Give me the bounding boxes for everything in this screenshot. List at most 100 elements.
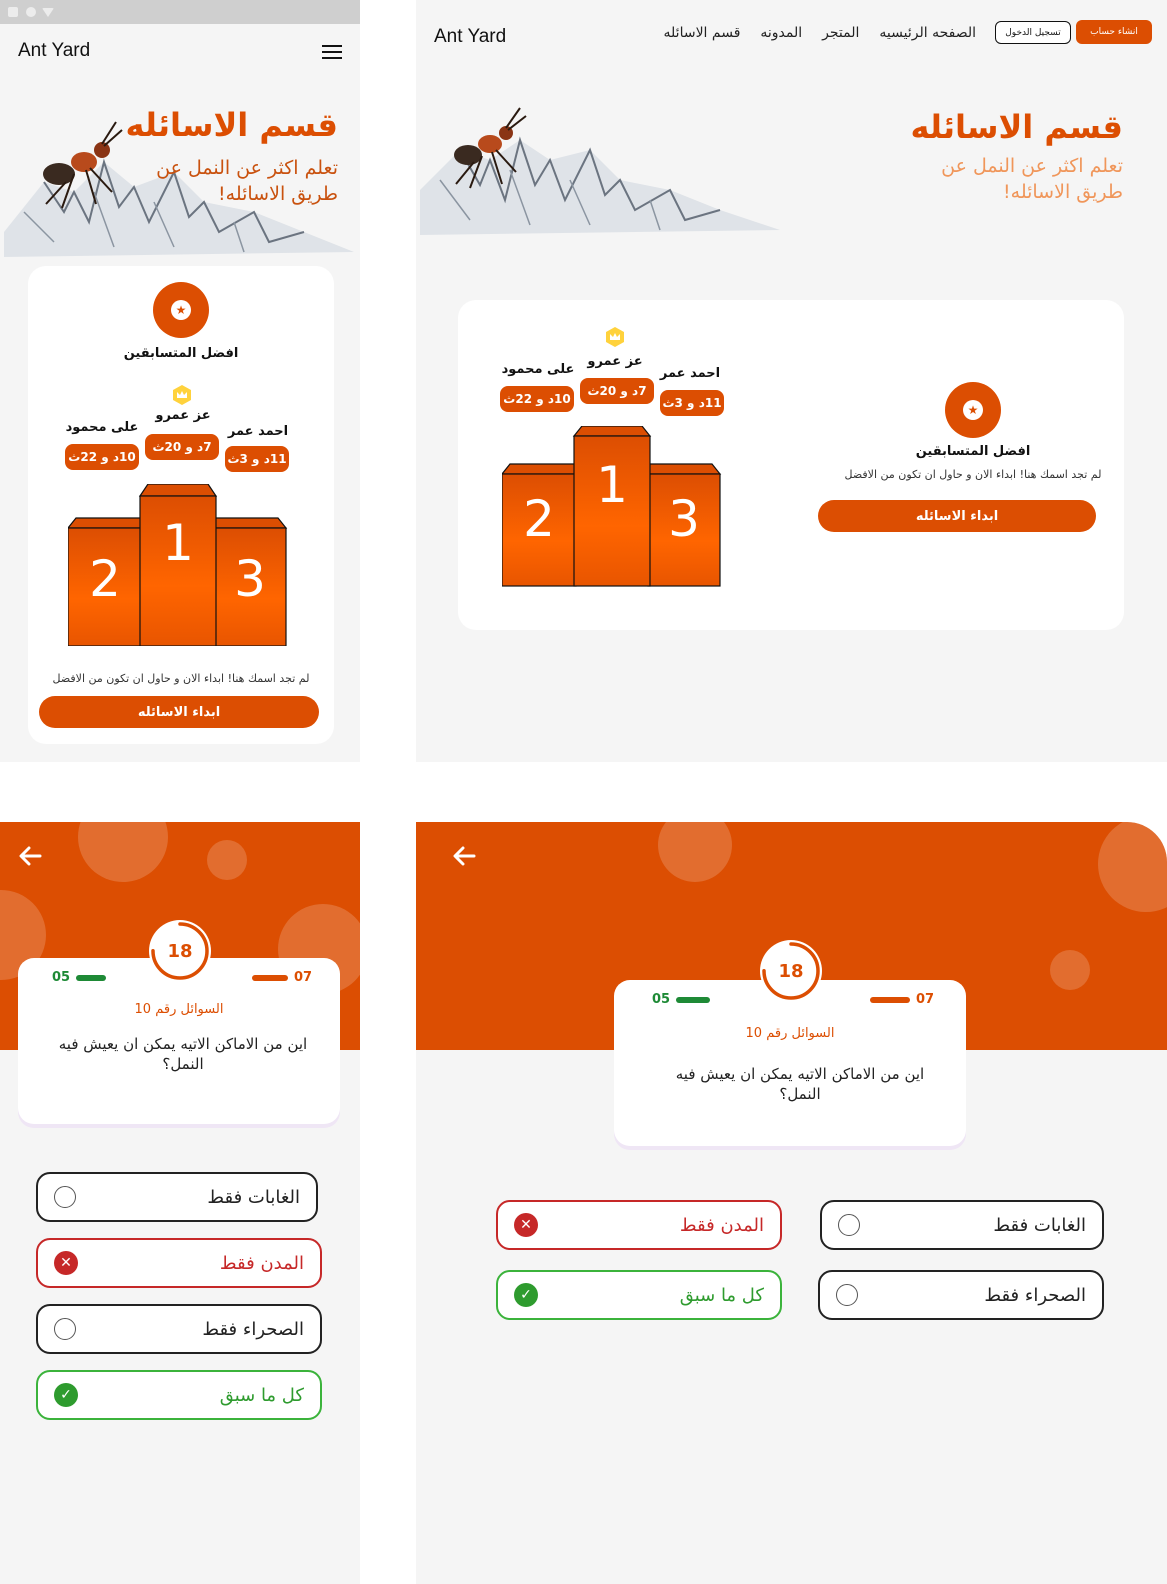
award-badge: ★ xyxy=(153,282,209,338)
nav-item-home[interactable]: الصفحه الرئيسيه xyxy=(879,25,976,41)
option-forests[interactable]: الغابات فقط xyxy=(820,1200,1104,1250)
option-all-label: كل ما سبق xyxy=(679,1284,764,1306)
radio-icon[interactable] xyxy=(54,1318,76,1340)
start-quiz-button[interactable]: ابداء الاسائله xyxy=(818,500,1096,532)
hero-subtitle-line2: طريق الاسائله! xyxy=(218,182,338,205)
option-all[interactable]: كل ما سبق ✓ xyxy=(36,1370,322,1420)
leaderboard-card: ★ افضل المتسابقين لم تجد اسمك هنا! ابداء… xyxy=(458,300,1124,630)
login-button[interactable]: تسجيل الدخول xyxy=(995,21,1071,44)
podium-rank-1: 1 xyxy=(596,456,628,514)
logo[interactable]: Ant Yard xyxy=(18,40,90,62)
hero-subtitle-line2: طريق الاسائله! xyxy=(1003,180,1123,203)
third-place-name: احمد عمر xyxy=(659,366,721,381)
wrong-bar xyxy=(252,974,288,981)
arrow-left-icon[interactable] xyxy=(18,846,42,866)
question-number: السوائل رقم 10 xyxy=(134,1002,224,1017)
radio-icon[interactable] xyxy=(54,1186,76,1208)
option-forests-label: الغابات فقط xyxy=(207,1186,300,1208)
signup-button[interactable]: انشاء حساب xyxy=(1076,20,1152,44)
mobile-leaderboard-screen: Ant Yard قسم الاسائله تعلم اكثر عن النمل… xyxy=(0,0,360,762)
hamburger-icon[interactable] xyxy=(322,44,342,60)
award-badge: ★ xyxy=(945,382,1001,438)
option-desert[interactable]: الصحراء فقط xyxy=(36,1304,322,1354)
wrong-score-value: 07 xyxy=(916,992,935,1007)
hero-subtitle-line1: تعلم اكثر عن النمل عن xyxy=(941,155,1123,177)
countdown-timer: 18 xyxy=(149,920,211,982)
nav-item-blog[interactable]: المدونه xyxy=(760,25,802,41)
correct-score-value: 05 xyxy=(652,992,671,1007)
mobile-quiz-screen: 05 07 السوائل رقم 10 اين من الاماكن الات… xyxy=(0,822,360,1584)
option-cities-label: المدن فقط xyxy=(219,1252,304,1274)
timer-value: 18 xyxy=(167,940,193,962)
timer-value: 18 xyxy=(778,960,804,982)
hero-title: قسم الاسائله xyxy=(910,108,1123,146)
radio-icon[interactable] xyxy=(836,1284,858,1306)
browser-chrome xyxy=(0,0,360,24)
star-icon: ★ xyxy=(171,300,191,320)
nav-item-quizzes[interactable]: قسم الاسائله xyxy=(664,25,741,41)
option-forests-label: الغابات فقط xyxy=(993,1214,1086,1236)
desktop-leaderboard-screen: Ant Yard الصفحه الرئيسيه المتجر المدونه … xyxy=(416,0,1167,762)
x-icon: ✕ xyxy=(54,1251,78,1275)
podium-rank-1: 1 xyxy=(162,514,194,572)
leaderboard-card: ★ افضل المتسابقين عز عمرو 7د و 20ث على م… xyxy=(28,266,334,744)
chrome-circle-icon xyxy=(26,7,36,17)
second-place-time: 10د و 22ث xyxy=(65,444,139,470)
desktop-quiz-screen: 05 07 السوائل رقم 10 اين من الاماكن الات… xyxy=(416,822,1167,1584)
star-icon: ★ xyxy=(963,400,983,420)
third-place-time: 11د و 3ث xyxy=(660,390,724,416)
question-text: اين من الاماكن الاتيه يمكن ان يعيش فيه ا… xyxy=(58,1035,308,1074)
hero-subtitle: تعلم اكثر عن النمل عن طريق الاسائله! xyxy=(156,156,338,207)
radio-icon[interactable] xyxy=(838,1214,860,1236)
podium: 2 1 3 xyxy=(502,426,722,587)
wrong-score: 07 xyxy=(870,992,934,1007)
main-nav: الصفحه الرئيسيه المتجر المدونه قسم الاسا… xyxy=(648,25,976,41)
wrong-score-value: 07 xyxy=(294,970,313,985)
check-icon: ✓ xyxy=(514,1283,538,1307)
option-cities-label: المدن فقط xyxy=(679,1214,764,1236)
crown-icon xyxy=(173,385,191,405)
leaderboard-heading: افضل المتسابقين xyxy=(123,346,239,361)
ant-mountain-illustration xyxy=(420,107,780,235)
option-desert[interactable]: الصحراء فقط xyxy=(818,1270,1104,1320)
start-quiz-button[interactable]: ابداء الاسائله xyxy=(39,696,319,728)
leaderboard-hint: لم تجد اسمك هنا! ابداء الان و حاول ان تك… xyxy=(52,672,310,685)
hero-subtitle-line1: تعلم اكثر عن النمل عن xyxy=(156,157,338,179)
option-forests[interactable]: الغابات فقط xyxy=(36,1172,318,1222)
chrome-triangle-icon xyxy=(42,8,54,17)
correct-bar xyxy=(676,996,711,1003)
option-cities[interactable]: المدن فقط ✕ xyxy=(36,1238,322,1288)
correct-score-value: 05 xyxy=(52,970,71,985)
option-all[interactable]: كل ما سبق ✓ xyxy=(496,1270,782,1320)
x-icon: ✕ xyxy=(514,1213,538,1237)
question-card: 05 07 السوائل رقم 10 اين من الاماكن الات… xyxy=(614,980,966,1146)
option-desert-label: الصحراء فقط xyxy=(984,1284,1086,1306)
logo[interactable]: Ant Yard xyxy=(434,26,506,48)
nav-item-store[interactable]: المتجر xyxy=(822,25,859,41)
countdown-timer: 18 xyxy=(760,940,822,1002)
wrong-bar xyxy=(870,996,910,1003)
hero-title: قسم الاسائله xyxy=(125,106,338,144)
option-desert-label: الصحراء فقط xyxy=(202,1318,304,1340)
second-place-name: على محمود xyxy=(501,362,575,377)
question-text: اين من الاماكن الاتيه يمكن ان يعيش فيه ا… xyxy=(675,1065,925,1104)
third-place-name: احمد عمر xyxy=(227,424,289,439)
podium-rank-2: 2 xyxy=(89,550,121,608)
podium-rank-2: 2 xyxy=(523,490,555,548)
correct-score: 05 xyxy=(652,992,711,1007)
correct-bar xyxy=(76,974,107,981)
decor-bubble xyxy=(658,822,732,882)
wrong-score: 07 xyxy=(252,970,312,985)
decor-bubble xyxy=(1098,822,1167,912)
correct-score: 05 xyxy=(52,970,107,985)
check-icon: ✓ xyxy=(54,1383,78,1407)
arrow-left-icon[interactable] xyxy=(452,846,476,866)
decor-bubble xyxy=(1050,950,1090,990)
second-place-name: على محمود xyxy=(65,420,139,435)
option-all-label: كل ما سبق xyxy=(219,1384,304,1406)
first-place-time: 7د و 20ث xyxy=(145,434,219,460)
option-cities[interactable]: المدن فقط ✕ xyxy=(496,1200,782,1250)
leaderboard-heading: افضل المتسابقين xyxy=(915,444,1031,459)
podium: 2 1 3 xyxy=(68,484,288,646)
chrome-square-icon xyxy=(8,7,18,17)
